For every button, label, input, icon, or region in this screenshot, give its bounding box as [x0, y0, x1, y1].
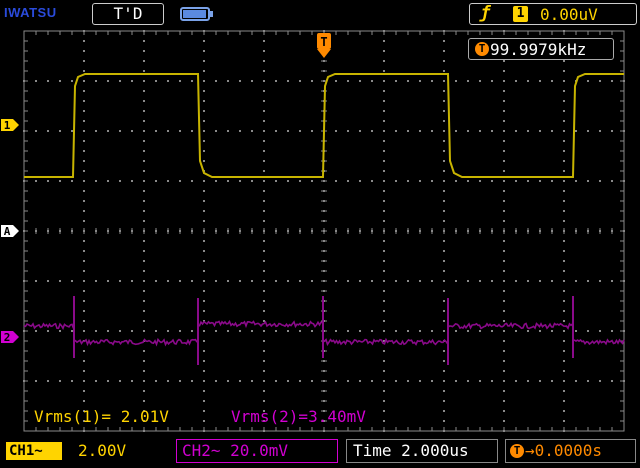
ch2-waveform	[23, 296, 625, 365]
trigger-position-value[interactable]: →0.0000s	[525, 439, 602, 463]
trigger-source-badge: 1	[513, 6, 528, 22]
measurement-vrms-ch1: Vrms(1)= 2.01V	[34, 407, 169, 426]
svg-text:T: T	[320, 35, 327, 49]
ch2-segment	[447, 321, 574, 330]
ch2-segment	[572, 338, 625, 346]
ch2-ground-marker[interactable]: 2	[1, 331, 19, 344]
measurement-vrms-ch2: Vrms(2)=3.40mV	[231, 407, 366, 426]
svg-text:2: 2	[4, 331, 11, 344]
ch2-segment	[197, 319, 323, 329]
oscilloscope-display: T 1 A 2	[1, 30, 625, 432]
ch2-segment	[322, 337, 449, 347]
trigger-icon: T	[510, 444, 524, 458]
brand-logo: IWATSU	[4, 5, 57, 20]
rising-edge-icon: ƒ	[480, 3, 491, 23]
frequency-value: 99.9979kHz	[490, 40, 587, 59]
trigger-level: 0.00uV	[540, 5, 598, 24]
timebase-value[interactable]: Time 2.000us	[353, 439, 469, 463]
svg-text:1: 1	[4, 119, 11, 132]
reference-a-marker[interactable]: A	[1, 225, 19, 238]
ch1-scale[interactable]: 2.00V	[78, 439, 126, 463]
ch2-segment	[73, 337, 198, 347]
trigger-icon: T	[475, 42, 489, 56]
ch1-waveform	[24, 73, 624, 178]
svg-text:A: A	[4, 225, 11, 238]
ch1-label[interactable]: CH1~	[6, 442, 62, 460]
battery-icon	[180, 7, 213, 21]
ch2-scale[interactable]: CH2~ 20.0mV	[182, 439, 288, 463]
trigger-status: T'D	[92, 3, 164, 25]
ch2-segment	[23, 322, 75, 331]
ch1-ground-marker[interactable]: 1	[1, 119, 19, 132]
trigger-position-marker[interactable]: T	[317, 33, 331, 58]
